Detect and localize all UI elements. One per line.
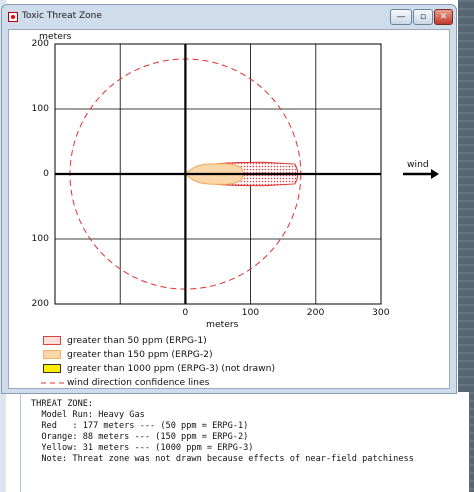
y-tick-label: 200 — [31, 298, 49, 309]
x-tick-label: 300 — [372, 307, 390, 318]
orange-swatch — [43, 350, 61, 359]
x-tick-label: 0 — [182, 307, 189, 318]
plot-area: meters meters wind 200 100 0 100 200 0 100 200… — [8, 29, 450, 389]
y-tick-label: 0 — [43, 168, 49, 179]
red-dotted-swatch — [43, 336, 61, 345]
threat-zone-text-panel: THREAT ZONE: Model Run: Heavy Gas Red : … — [20, 392, 469, 492]
title-bar[interactable]: Toxic Threat Zone — ▫ ✕ — [2, 5, 456, 29]
maximize-button[interactable]: ▫ — [413, 9, 433, 25]
x-tick-label: 100 — [241, 307, 260, 318]
x-tick-label: 200 — [306, 307, 325, 318]
close-button[interactable]: ✕ — [434, 9, 453, 25]
yellow-swatch — [43, 364, 61, 373]
y-tick-label: 100 — [31, 233, 49, 244]
minimize-button[interactable]: — — [390, 9, 412, 25]
window-title: Toxic Threat Zone — [22, 11, 102, 21]
toxic-threat-zone-window[interactable]: Toxic Threat Zone — ▫ ✕ meters meters wi… — [1, 4, 457, 394]
text-line-note: Note: Threat zone was not drawn because … — [31, 454, 414, 464]
legend-label-erpg3: greater than 1000 ppm (ERPG-3) (not draw… — [67, 363, 276, 374]
text-line-orange: Orange: 88 meters --- (150 ppm = ERPG-2) — [31, 432, 249, 442]
wind-label: wind — [407, 159, 429, 170]
wind-arrow-icon — [431, 169, 439, 179]
x-axis-unit-label: meters — [206, 319, 239, 330]
y-tick-label: 100 — [31, 103, 49, 114]
text-line-yellow: Yellow: 31 meters --- (1000 ppm = ERPG-3… — [31, 443, 254, 453]
red-dashed-line-swatch — [41, 382, 65, 384]
app-icon — [8, 12, 18, 22]
legend-label-confidence: wind direction confidence lines — [67, 377, 210, 388]
text-line-model-run: Model Run: Heavy Gas — [31, 410, 145, 420]
legend-label-erpg1: greater than 50 ppm (ERPG-1) — [67, 335, 207, 346]
legend-label-erpg2: greater than 150 ppm (ERPG-2) — [67, 349, 213, 360]
text-line-heading: THREAT ZONE: — [31, 399, 94, 409]
text-line-red: Red : 177 meters --- (50 ppm = ERPG-1) — [31, 421, 249, 431]
y-tick-label: 200 — [31, 38, 49, 49]
